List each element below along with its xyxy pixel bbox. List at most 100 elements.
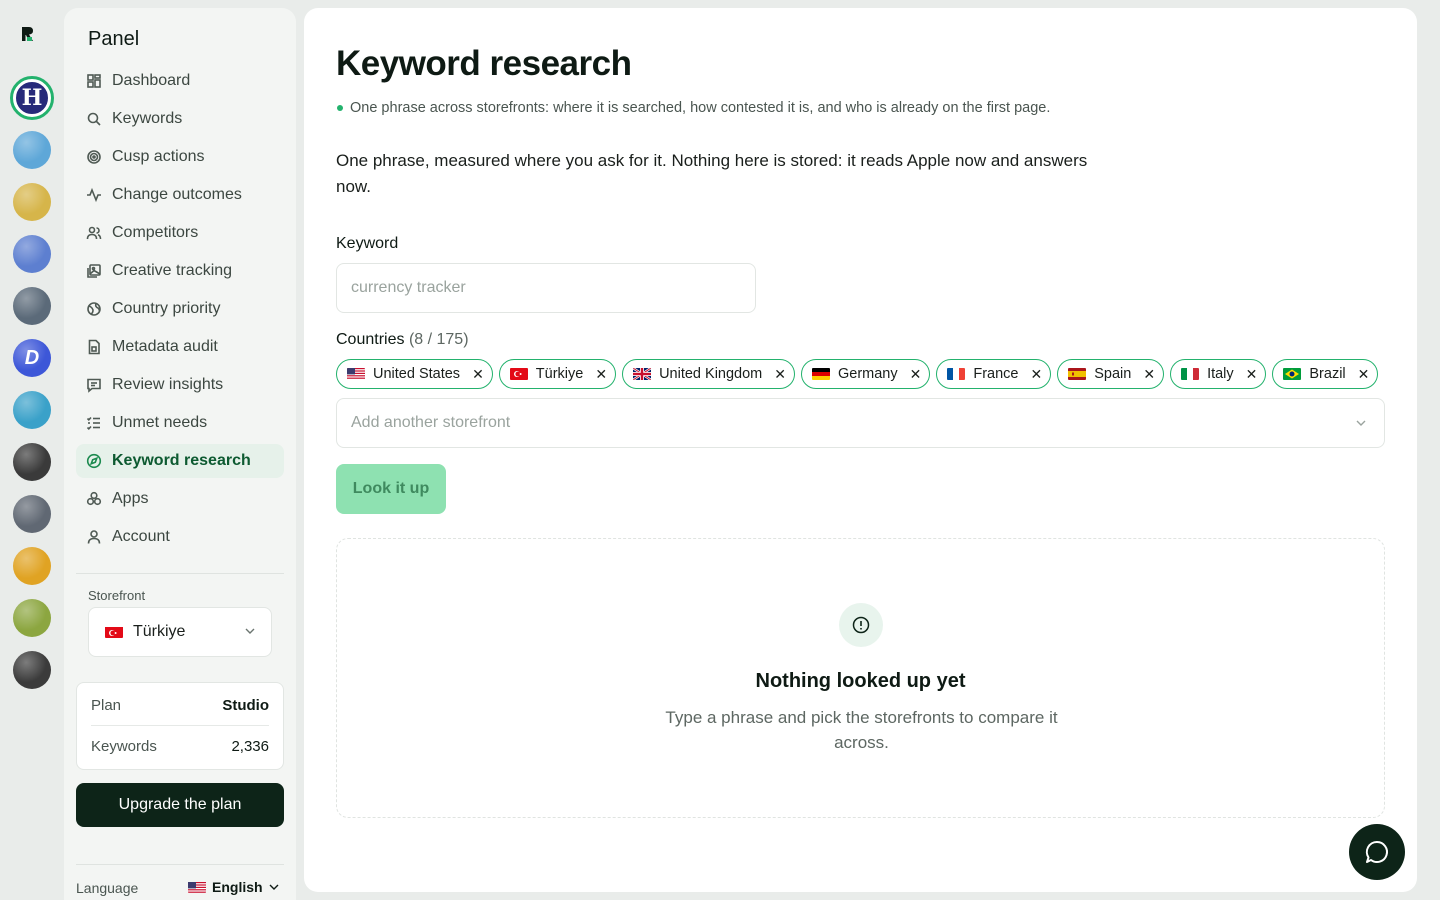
users-icon xyxy=(86,226,102,240)
app-avatar-letter: H xyxy=(14,80,50,116)
add-storefront-placeholder: Add another storefront xyxy=(351,414,511,431)
chevron-down-icon xyxy=(1356,420,1366,426)
flag-us-icon xyxy=(188,881,206,893)
flag-tr-icon xyxy=(105,626,123,638)
sidebar-item-label: Metadata audit xyxy=(112,338,218,355)
file-icon xyxy=(88,339,100,355)
sidebar-item[interactable]: Country priority xyxy=(76,292,284,326)
close-icon[interactable]: ✕ xyxy=(774,366,786,383)
sidebar-item[interactable]: Keyword research xyxy=(76,444,284,478)
country-chip[interactable]: Germany ✕ xyxy=(800,359,931,389)
close-icon[interactable]: ✕ xyxy=(1143,366,1155,383)
sidebar-item[interactable]: Competitors xyxy=(76,216,284,250)
storefront-value: Türkiye xyxy=(133,623,186,640)
country-chip[interactable]: United Kingdom ✕ xyxy=(622,359,795,389)
app-avatar[interactable] xyxy=(13,391,51,429)
country-chip[interactable]: Brazil ✕ xyxy=(1272,359,1379,389)
page-bullet: One phrase across storefronts: where it … xyxy=(336,96,1096,120)
country-chip[interactable]: United States ✕ xyxy=(336,359,493,389)
target-icon xyxy=(87,150,101,164)
sidebar-item[interactable]: Cusp actions xyxy=(76,140,284,174)
globe-icon xyxy=(87,302,101,316)
sidebar-item[interactable]: Account xyxy=(76,520,284,554)
plan-value: Studio xyxy=(222,697,269,714)
sidebar-item-label: Keywords xyxy=(112,110,183,127)
add-storefront-select[interactable]: Add another storefront xyxy=(336,398,1385,448)
storefront-label: Storefront xyxy=(88,588,146,603)
divider xyxy=(76,573,284,574)
country-chips: United States ✕ Türkiye ✕ United Kingdom ✕ Ger… xyxy=(336,359,1379,389)
sidebar-item-label: Cusp actions xyxy=(112,148,205,165)
bullet-dot xyxy=(337,105,343,111)
storefront-select[interactable]: Türkiye xyxy=(88,607,272,657)
country-chip-label: Brazil xyxy=(1309,366,1346,382)
sidebar-item[interactable]: Change outcomes xyxy=(76,178,284,212)
compass-icon xyxy=(86,453,102,469)
close-icon[interactable]: ✕ xyxy=(1031,366,1043,383)
sidebar-item[interactable]: Apps xyxy=(76,482,284,516)
app-avatar[interactable] xyxy=(13,443,51,481)
app-avatar[interactable] xyxy=(13,495,51,533)
sidebar-item[interactable]: Unmet needs xyxy=(76,406,284,440)
logo-icon xyxy=(22,27,33,41)
flag-tr-icon xyxy=(509,368,528,380)
country-chip[interactable]: Spain ✕ xyxy=(1057,359,1165,389)
bullet-text: One phrase across storefronts: where it … xyxy=(350,100,1051,116)
chevron-down-icon xyxy=(269,884,279,890)
app-avatar[interactable] xyxy=(13,131,51,169)
main-panel: Keyword research One phrase across store… xyxy=(304,8,1417,892)
look-it-up-button[interactable]: Look it up xyxy=(336,464,446,514)
close-icon[interactable]: ✕ xyxy=(910,366,922,383)
alert-icon xyxy=(839,603,883,647)
close-icon[interactable]: ✕ xyxy=(472,366,484,383)
apps-icon xyxy=(86,491,102,506)
app-avatar[interactable] xyxy=(13,183,51,221)
brand-logo[interactable] xyxy=(18,24,38,44)
country-chip[interactable]: Italy ✕ xyxy=(1170,359,1267,389)
sidebar-nav: Dashboard Keywords Cusp actions Change outc… xyxy=(76,64,284,558)
plan-label: Plan xyxy=(91,697,122,714)
sidebar-item-label: Competitors xyxy=(112,224,199,241)
sidebar-item[interactable]: Metadata audit xyxy=(76,330,284,364)
app-avatar[interactable] xyxy=(13,287,51,325)
sidebar-item[interactable]: Review insights xyxy=(76,368,284,402)
close-icon[interactable]: ✕ xyxy=(595,366,607,383)
flag-fr-icon xyxy=(947,368,966,380)
country-chip[interactable]: Türkiye ✕ xyxy=(498,359,617,389)
grid-icon xyxy=(87,74,101,88)
app-avatar[interactable]: D xyxy=(13,339,51,377)
chevron-down-icon xyxy=(245,628,255,634)
sidebar-title: Panel xyxy=(88,28,140,50)
app-avatar[interactable] xyxy=(13,599,51,637)
flag-us-icon xyxy=(347,368,365,380)
countries-label: Countries (8 / 175) xyxy=(336,331,469,349)
keywords-label: Keywords xyxy=(91,738,157,755)
empty-state: Nothing looked up yet Type a phrase and … xyxy=(336,538,1385,818)
country-chip[interactable]: France ✕ xyxy=(936,359,1052,389)
app-avatar[interactable]: H xyxy=(10,76,54,120)
keyword-input[interactable] xyxy=(336,263,756,313)
app-avatar[interactable] xyxy=(13,235,51,273)
flag-it-icon xyxy=(1181,368,1200,380)
sidebar-item-label: Review insights xyxy=(112,376,224,393)
chat-icon xyxy=(1365,840,1388,863)
message-icon xyxy=(87,378,101,393)
language-select[interactable]: English xyxy=(188,879,279,895)
app-avatar[interactable] xyxy=(13,547,51,585)
close-icon[interactable]: ✕ xyxy=(1358,366,1370,383)
sidebar-item-label: Account xyxy=(112,528,170,545)
app-avatar[interactable] xyxy=(13,651,51,689)
sidebar-item[interactable]: Keywords xyxy=(76,102,284,136)
keyword-label: Keyword xyxy=(336,235,399,252)
app-rail: HD xyxy=(0,0,64,900)
country-chip-label: Türkiye xyxy=(535,366,584,382)
sidebar-item-label: Unmet needs xyxy=(112,414,208,431)
country-chip-label: United Kingdom xyxy=(659,366,763,382)
sidebar-item[interactable]: Creative tracking xyxy=(76,254,284,288)
chat-button[interactable] xyxy=(1349,824,1405,880)
upgrade-button[interactable]: Upgrade the plan xyxy=(76,783,284,827)
empty-subtitle: Type a phrase and pick the storefronts t… xyxy=(665,708,1058,752)
flag-br-icon xyxy=(1283,368,1302,380)
close-icon[interactable]: ✕ xyxy=(1246,366,1258,383)
sidebar-item[interactable]: Dashboard xyxy=(76,64,284,98)
